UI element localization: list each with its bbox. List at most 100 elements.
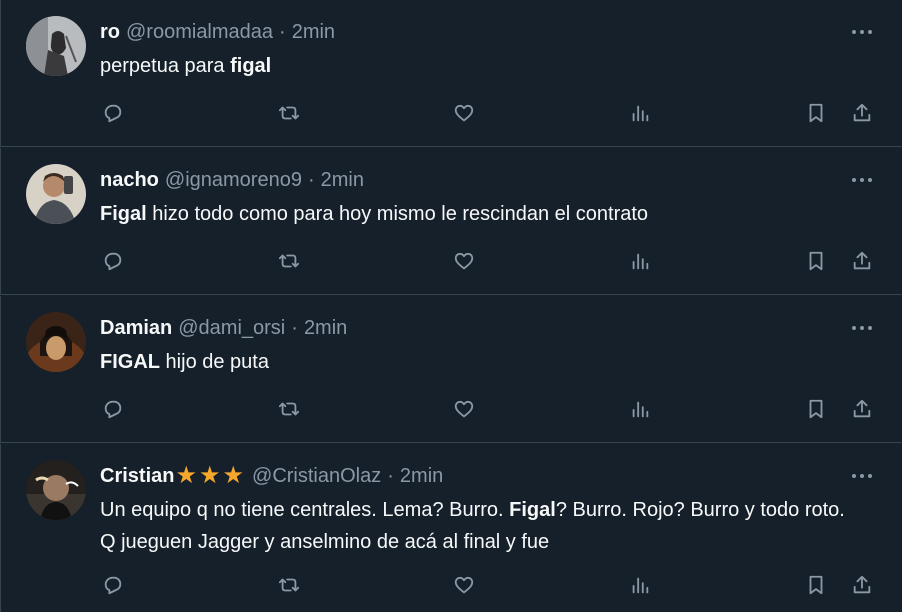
avatar[interactable] [26,312,86,372]
share-button[interactable] [847,570,877,600]
user-handle[interactable]: @dami_orsi [178,316,285,340]
retweet-button[interactable] [274,570,304,600]
tweet-header: Cristian ★ ★ ★ @CristianOlaz · 2min [100,464,443,488]
bookmark-icon [809,399,823,419]
retweet-icon [278,578,300,592]
reply-icon [104,252,122,271]
avatar[interactable] [26,16,86,76]
share-button[interactable] [847,394,877,424]
user-handle[interactable]: @roomialmadaa [126,20,273,44]
tweet-header: ro @roomialmadaa · 2min [100,20,335,44]
more-horizontal-icon [852,30,872,34]
user-handle[interactable]: @CristianOlaz [252,464,381,488]
tweet-text-part: perpetua para [100,55,231,77]
views-chart-icon [632,253,649,270]
views-button[interactable] [625,570,655,600]
tweet-feed: ro @roomialmadaa · 2min perpetua para fi… [0,0,902,612]
reply-button[interactable] [98,246,128,276]
bookmark-button[interactable] [801,570,831,600]
bookmark-icon [809,575,823,595]
user-handle[interactable]: @ignamoreno9 [165,168,302,192]
views-chart-icon [632,577,649,594]
more-options-button[interactable] [850,466,874,486]
tweet-actions [0,394,902,424]
tweet-text: FIGAL hijo de puta [100,346,862,378]
tweet[interactable]: nacho @ignamoreno9 · 2min Figal hizo tod… [0,148,902,295]
more-options-button[interactable] [850,318,874,338]
tweet-text-part: hijo de puta [160,351,269,373]
more-options-button[interactable] [850,170,874,190]
like-button[interactable] [449,98,479,128]
bookmark-button[interactable] [801,98,831,128]
tweet[interactable]: Damian @dami_orsi · 2min FIGAL hijo de p… [0,296,902,443]
share-icon [853,575,871,594]
heart-icon [454,252,474,270]
bookmark-button[interactable] [801,394,831,424]
tweet-text: perpetua para figal [100,50,862,82]
timestamp[interactable]: 2min [304,316,347,340]
retweet-icon [278,402,300,416]
reply-button[interactable] [98,570,128,600]
reply-icon [104,104,122,123]
separator-dot: · [387,465,394,487]
bookmark-button[interactable] [801,246,831,276]
retweet-button[interactable] [274,246,304,276]
views-button[interactable] [625,246,655,276]
display-name[interactable]: Cristian [100,464,174,488]
timestamp[interactable]: 2min [292,20,335,44]
star-badges: ★ ★ ★ [175,464,246,488]
more-horizontal-icon [852,474,872,478]
tweet-header: nacho @ignamoreno9 · 2min [100,168,364,192]
star-icon: ★ [198,462,221,489]
share-icon [853,399,871,418]
share-button[interactable] [847,98,877,128]
timestamp[interactable]: 2min [400,464,443,488]
views-button[interactable] [625,98,655,128]
tweet[interactable]: Cristian ★ ★ ★ @CristianOlaz · 2min Un equ… [0,444,902,612]
heart-icon [454,104,474,122]
more-horizontal-icon [852,326,872,330]
display-name[interactable]: ro [100,20,120,44]
separator-dot: · [279,21,286,43]
views-chart-icon [632,401,649,418]
reply-button[interactable] [98,98,128,128]
heart-icon [454,576,474,594]
retweet-icon [278,106,300,120]
timestamp[interactable]: 2min [321,168,364,192]
like-button[interactable] [449,394,479,424]
tweet-actions [0,98,902,128]
tweet-actions [0,570,902,600]
reply-button[interactable] [98,394,128,424]
avatar-image [26,460,86,520]
reply-icon [104,576,122,595]
avatar-image [26,164,86,224]
display-name[interactable]: nacho [100,168,159,192]
retweet-button[interactable] [274,394,304,424]
views-chart-icon [632,105,649,122]
avatar[interactable] [26,164,86,224]
tweet-text-part: hizo todo como para hoy mismo le rescind… [146,203,649,225]
tweet-text-bold: Figal [100,203,147,225]
more-options-button[interactable] [850,22,874,42]
like-button[interactable] [449,570,479,600]
like-button[interactable] [449,246,479,276]
share-button[interactable] [847,246,877,276]
reply-icon [104,400,122,419]
display-name[interactable]: Damian [100,316,172,340]
avatar-image [26,16,86,76]
tweet-text-bold: figal [230,55,272,77]
tweet[interactable]: ro @roomialmadaa · 2min perpetua para fi… [0,0,902,147]
share-icon [853,103,871,122]
heart-icon [454,400,474,418]
tweet-text-part: Un equipo q no tiene centrales. Lema? Bu… [100,499,510,521]
tweet-actions [0,246,902,276]
avatar[interactable] [26,460,86,520]
avatar-image [26,312,86,372]
share-icon [853,251,871,270]
views-button[interactable] [625,394,655,424]
tweet-text: Figal hizo todo como para hoy mismo le r… [100,198,862,230]
retweet-icon [278,254,300,268]
retweet-button[interactable] [274,98,304,128]
bookmark-icon [809,103,823,123]
bookmark-icon [809,251,823,271]
